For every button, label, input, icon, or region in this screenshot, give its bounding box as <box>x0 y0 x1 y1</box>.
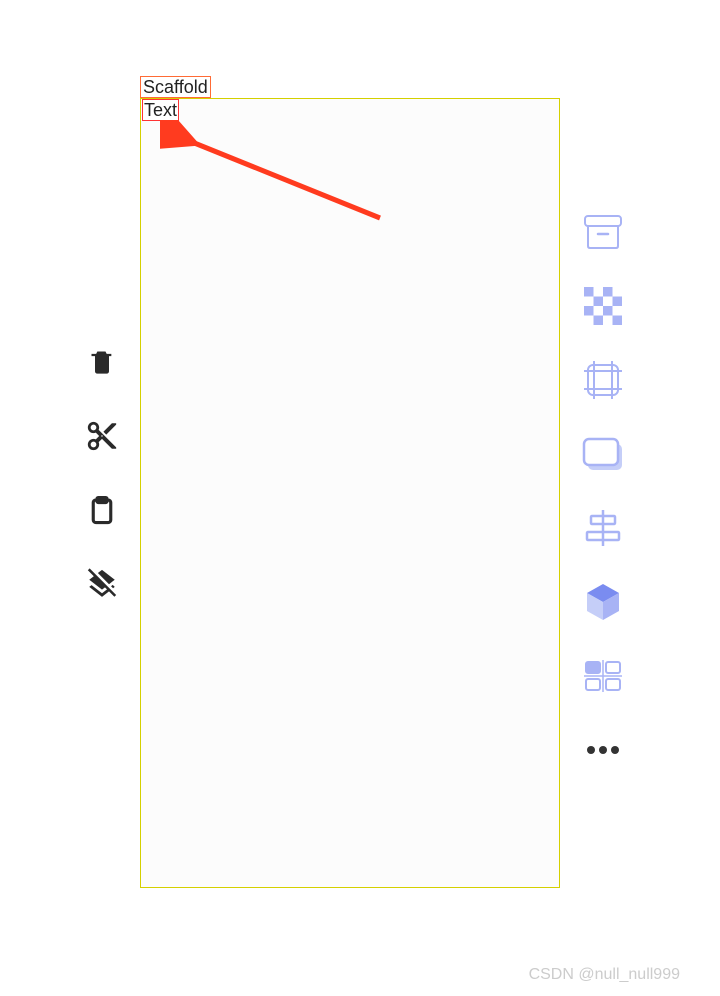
scissors-icon <box>85 419 119 453</box>
cube-button[interactable] <box>581 580 625 624</box>
bounds-icon <box>584 361 622 399</box>
dashboard-button[interactable] <box>581 654 625 698</box>
layers-off-button[interactable] <box>85 567 119 601</box>
layers-off-icon <box>85 566 119 602</box>
archive-icon <box>583 214 623 250</box>
clipboard-icon <box>87 493 117 527</box>
archive-button[interactable] <box>581 210 625 254</box>
paste-button[interactable] <box>85 493 119 527</box>
left-toolbar <box>85 345 119 601</box>
scaffold-widget-label[interactable]: Scaffold <box>140 76 211 98</box>
trash-icon <box>88 346 116 378</box>
right-toolbar <box>581 210 625 772</box>
cut-button[interactable] <box>85 419 119 453</box>
card-icon <box>582 436 624 472</box>
delete-button[interactable] <box>85 345 119 379</box>
bounds-button[interactable] <box>581 358 625 402</box>
dashboard-icon <box>584 660 622 692</box>
more-horizontal-icon <box>586 745 620 755</box>
checkerboard-icon <box>584 287 622 325</box>
align-button[interactable] <box>581 506 625 550</box>
more-button[interactable] <box>581 728 625 772</box>
watermark: CSDN @null_null999 <box>529 966 680 984</box>
card-button[interactable] <box>581 432 625 476</box>
canvas-area[interactable] <box>140 98 560 888</box>
transparency-button[interactable] <box>581 284 625 328</box>
text-widget-label[interactable]: Text <box>142 99 179 121</box>
align-center-icon <box>583 510 623 546</box>
cube-icon <box>584 582 622 622</box>
